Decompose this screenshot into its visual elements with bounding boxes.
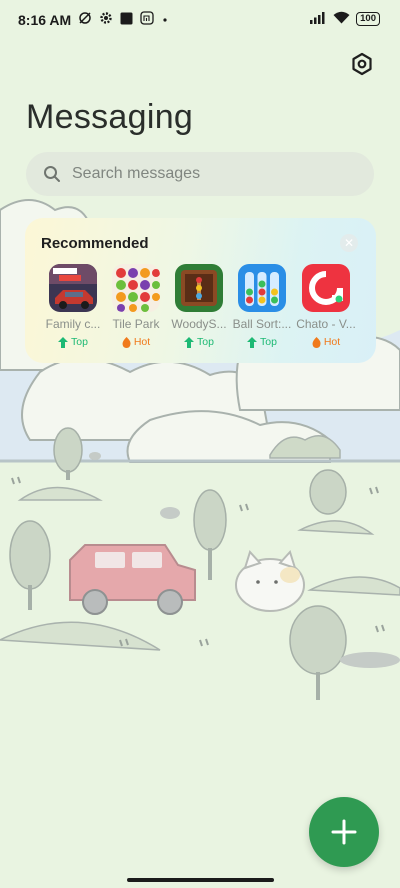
close-icon[interactable]: ✕ <box>340 234 358 252</box>
status-bar: 8:16 AM 100 <box>0 0 400 36</box>
app-item-woodys[interactable]: WoodyS... Top <box>168 264 230 348</box>
status-right: 100 <box>310 11 380 27</box>
settings-button[interactable] <box>348 50 376 78</box>
settings-hexagon-icon <box>352 52 372 76</box>
badge-hot: Hot <box>105 336 167 348</box>
badge-top: Top <box>42 336 104 348</box>
square-icon <box>120 12 133 28</box>
badge-label: Hot <box>323 336 341 348</box>
plus-icon <box>331 819 357 845</box>
badge-top: Top <box>231 336 293 348</box>
app-name: Ball Sort:... <box>232 317 292 331</box>
mi-icon <box>140 11 154 28</box>
battery-icon: 100 <box>356 12 380 26</box>
badge-top: Top <box>168 336 230 348</box>
recommended-title: Recommended <box>41 235 149 252</box>
app-item-tile-park[interactable]: Tile Park Hot <box>105 264 167 348</box>
search-placeholder: Search messages <box>72 165 201 182</box>
app-name: Chato - V... <box>296 317 356 331</box>
status-time: 8:16 AM <box>18 11 72 28</box>
flame-icon <box>122 336 131 348</box>
search-icon <box>44 166 60 182</box>
wifi-icon <box>333 11 350 27</box>
cat-illustration <box>235 550 305 612</box>
badge-label: Hot <box>133 336 151 348</box>
app-icon-family-car <box>49 264 97 312</box>
up-arrow-icon <box>247 336 258 348</box>
badge-label: Top <box>71 336 88 348</box>
flame-icon <box>312 336 321 348</box>
no-sync-icon <box>78 11 92 28</box>
settings-gear-icon <box>99 11 113 28</box>
badge-label: Top <box>197 336 214 348</box>
app-name: Family c... <box>45 317 101 331</box>
app-name: WoodyS... <box>171 317 227 331</box>
status-left: 8:16 AM <box>18 11 169 28</box>
app-icon-tile-park <box>112 264 160 312</box>
app-icon-chato <box>302 264 350 312</box>
signal-icon <box>310 11 327 27</box>
search-input[interactable]: Search messages <box>26 152 374 196</box>
badge-label: Top <box>260 336 277 348</box>
up-arrow-icon <box>58 336 69 348</box>
app-item-ball-sort[interactable]: Ball Sort:... Top <box>231 264 293 348</box>
home-indicator[interactable] <box>127 878 274 882</box>
dot-icon <box>161 12 169 27</box>
page-title: Messaging <box>26 98 194 136</box>
new-message-button[interactable] <box>309 797 379 867</box>
recommended-card: Recommended ✕ Family c... Top Tile Park … <box>25 218 376 363</box>
app-name: Tile Park <box>112 317 160 331</box>
up-arrow-icon <box>184 336 195 348</box>
app-icon-ball-sort <box>238 264 286 312</box>
badge-hot: Hot <box>295 336 357 348</box>
app-item-chato[interactable]: Chato - V... Hot <box>295 264 357 348</box>
car-illustration <box>69 544 196 615</box>
app-item-family-car[interactable]: Family c... Top <box>42 264 104 348</box>
app-icon-woodys <box>175 264 223 312</box>
